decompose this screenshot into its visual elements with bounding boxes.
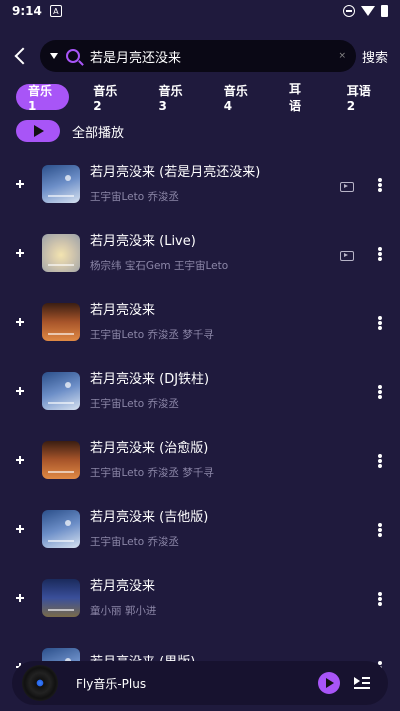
album-cover: [42, 509, 80, 548]
search-button[interactable]: 搜索: [362, 47, 388, 66]
tab-music-2[interactable]: 音乐2: [81, 84, 134, 113]
song-list: 若月亮没来 (若是月亮还没来) 王宇宙Leto 乔浚丞 若月亮没来 (Live)…: [0, 149, 400, 701]
song-title: 若月亮没来 (吉他版): [90, 509, 209, 525]
song-title: 若月亮没来 (若是月亮还没来): [90, 164, 261, 180]
playlist-queue-icon[interactable]: [354, 677, 370, 689]
album-cover: [42, 233, 80, 272]
more-options-icon[interactable]: [378, 178, 382, 192]
album-cover: [42, 164, 80, 203]
more-options-icon[interactable]: [378, 247, 382, 261]
song-title: 若月亮没来: [90, 302, 156, 318]
song-row[interactable]: 若月亮没来 (吉他版) 王宇宙Leto 乔浚丞: [0, 494, 400, 563]
more-options-icon[interactable]: [378, 454, 382, 468]
status-time: 9:14: [12, 4, 42, 18]
album-cover: [42, 440, 80, 479]
add-icon[interactable]: [16, 386, 24, 395]
add-icon[interactable]: [16, 455, 24, 464]
dropdown-caret-icon[interactable]: [50, 53, 58, 59]
more-options-icon[interactable]: [378, 592, 382, 606]
vinyl-disc-icon[interactable]: [22, 665, 58, 701]
song-artist: 王宇宙Leto 乔浚丞: [90, 190, 180, 203]
tab-music-1[interactable]: 音乐1: [16, 84, 70, 113]
battery-icon: [381, 5, 388, 17]
album-cover: [42, 371, 80, 410]
tab-whisper-2[interactable]: 耳语2: [335, 84, 388, 113]
song-artist: 王宇宙Leto 乔浚丞 梦千寻: [90, 466, 214, 479]
song-artist: 杨宗纬 宝石Gem 王宇宙Leto: [90, 259, 229, 272]
add-icon[interactable]: [16, 593, 24, 602]
play-icon: [34, 125, 44, 137]
song-artist: 童小丽 郭小进: [90, 604, 157, 617]
add-icon[interactable]: [16, 248, 24, 257]
play-icon: [326, 678, 334, 688]
more-options-icon[interactable]: [378, 316, 382, 330]
song-row[interactable]: 若月亮没来 (DJ铁柱) 王宇宙Leto 乔浚丞: [0, 356, 400, 425]
status-bar: 9:14 A: [0, 0, 400, 22]
song-artist: 王宇宙Leto 乔浚丞: [90, 535, 180, 548]
song-row[interactable]: 若月亮没来 (治愈版) 王宇宙Leto 乔浚丞 梦千寻: [0, 425, 400, 494]
song-artist: 王宇宙Leto 乔浚丞: [90, 397, 180, 410]
song-title: 若月亮没来 (Live): [90, 233, 196, 249]
play-all-row[interactable]: 全部播放: [16, 120, 124, 142]
mv-icon[interactable]: [340, 251, 354, 261]
play-all-label[interactable]: 全部播放: [72, 122, 124, 141]
do-not-disturb-icon: [343, 5, 355, 17]
tab-whisper[interactable]: 耳语: [277, 82, 323, 113]
song-row[interactable]: 若月亮没来 (若是月亮还没来) 王宇宙Leto 乔浚丞: [0, 149, 400, 218]
add-icon[interactable]: [16, 179, 24, 188]
tab-music-3[interactable]: 音乐3: [147, 84, 200, 113]
song-title: 若月亮没来 (治愈版): [90, 440, 209, 456]
mini-player[interactable]: Fly音乐-Plus: [12, 661, 388, 705]
song-row[interactable]: 若月亮没来 王宇宙Leto 乔浚丞 梦千寻: [0, 287, 400, 356]
song-title: 若月亮没来: [90, 578, 156, 594]
play-button[interactable]: [318, 672, 340, 694]
add-icon[interactable]: [16, 524, 24, 533]
more-options-icon[interactable]: [378, 385, 382, 399]
mv-icon[interactable]: [340, 182, 354, 192]
wifi-icon: [361, 6, 375, 16]
now-playing-title[interactable]: Fly音乐-Plus: [76, 675, 318, 692]
notification-icon: A: [49, 5, 62, 17]
search-header: × 搜索: [0, 38, 400, 74]
album-cover: [42, 302, 80, 341]
album-cover: [42, 578, 80, 617]
chevron-left-icon: [14, 47, 32, 65]
search-icon: [66, 49, 80, 63]
search-input[interactable]: [90, 48, 339, 64]
clear-icon[interactable]: ×: [338, 51, 346, 61]
song-row[interactable]: 若月亮没来 (Live) 杨宗纬 宝石Gem 王宇宙Leto: [0, 218, 400, 287]
play-all-button[interactable]: [16, 120, 60, 142]
category-tabs: 音乐1 音乐2 音乐3 音乐4 耳语 耳语2: [16, 82, 400, 113]
back-button[interactable]: [0, 38, 40, 74]
song-title: 若月亮没来 (DJ铁柱): [90, 371, 210, 387]
song-row[interactable]: 若月亮没来 童小丽 郭小进: [0, 563, 400, 632]
more-options-icon[interactable]: [378, 523, 382, 537]
add-icon[interactable]: [16, 317, 24, 326]
tab-music-4[interactable]: 音乐4: [212, 84, 265, 113]
song-artist: 王宇宙Leto 乔浚丞 梦千寻: [90, 328, 214, 341]
search-bar[interactable]: ×: [40, 40, 356, 72]
